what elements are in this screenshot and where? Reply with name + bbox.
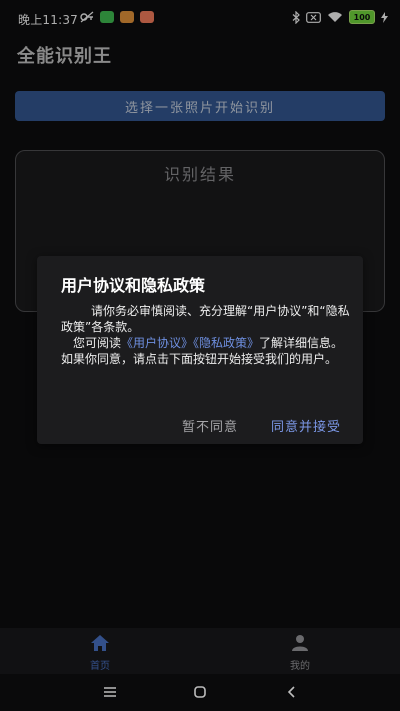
dialog-paragraph-2: 您可阅读《用户协议》《隐私政策》了解详细信息。如果你同意，请点击下面按钮开始接受… (61, 335, 351, 367)
dialog-title: 用户协议和隐私政策 (61, 276, 206, 295)
user-agreement-link[interactable]: 《用户协议》 (121, 336, 193, 350)
privacy-dialog: 用户协议和隐私政策 请你务必审慎阅读、充分理解“用户协议”和“隐私政策”各条款。… (37, 256, 363, 444)
privacy-policy-link[interactable]: 《隐私政策》 (193, 336, 259, 350)
nav-item-mine[interactable]: 我的 (270, 634, 330, 672)
system-nav-bar (0, 674, 400, 711)
nav-label-mine: 我的 (290, 661, 310, 672)
menu-icon[interactable] (100, 683, 120, 701)
dialog-body: 请你务必审慎阅读、充分理解“用户协议”和“隐私政策”各条款。 您可阅读《用户协议… (61, 303, 351, 367)
dialog-paragraph-2-prefix: 您可阅读 (73, 336, 122, 350)
disagree-button[interactable]: 暂不同意 (182, 416, 238, 435)
dialog-paragraph-1: 请你务必审慎阅读、充分理解“用户协议”和“隐私政策”各条款。 (61, 304, 350, 334)
phone-screen: 晚上11:37 100 全能识别王 选择一张照片开始识别 识别结果 用户协议和隐… (0, 0, 400, 711)
home-icon (91, 635, 109, 651)
person-icon (292, 635, 308, 651)
nav-item-home[interactable]: 首页 (70, 634, 130, 672)
nav-label-home: 首页 (90, 661, 110, 672)
home-circle-icon[interactable] (190, 683, 210, 701)
agree-button[interactable]: 同意并接受 (271, 416, 341, 435)
bottom-nav: 首页 我的 (0, 628, 400, 674)
back-icon[interactable] (282, 683, 302, 701)
